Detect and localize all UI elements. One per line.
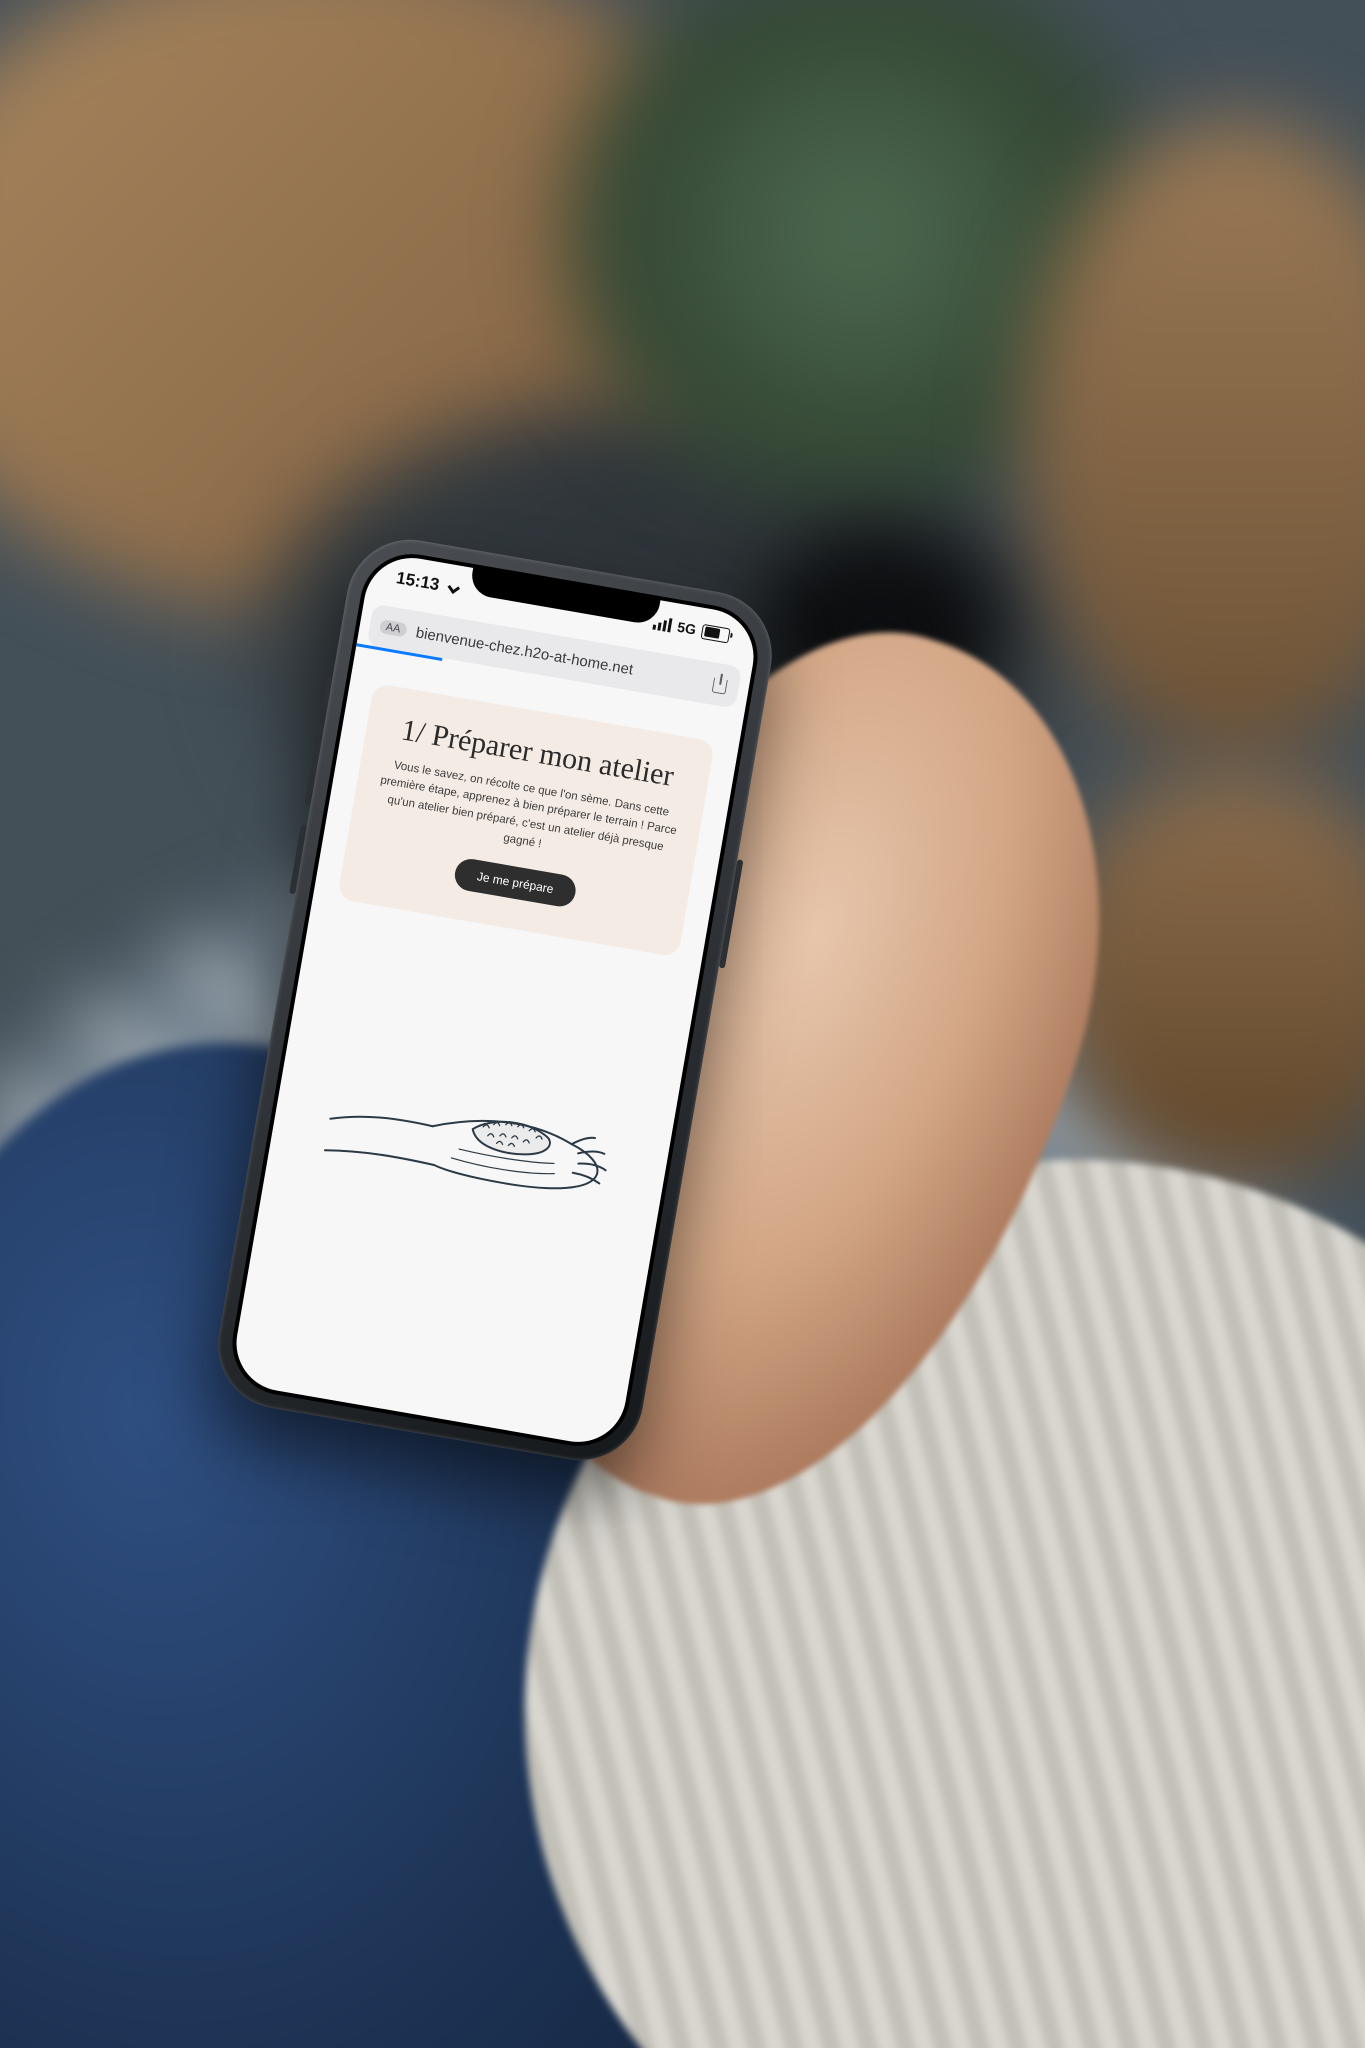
location-icon bbox=[448, 582, 461, 595]
network-type: 5G bbox=[676, 619, 697, 638]
status-right: 5G bbox=[653, 615, 731, 644]
share-icon[interactable] bbox=[710, 674, 731, 695]
step-card: 1/ Préparer mon atelier Vous le savez, o… bbox=[337, 683, 715, 957]
reader-settings-button[interactable]: AA bbox=[379, 619, 408, 637]
battery-icon bbox=[701, 623, 731, 643]
status-time: 15:13 bbox=[395, 568, 460, 598]
hand-seeds-illustration bbox=[316, 969, 644, 1207]
signal-icon bbox=[653, 616, 673, 633]
prepare-button[interactable]: Je me prépare bbox=[453, 856, 578, 908]
